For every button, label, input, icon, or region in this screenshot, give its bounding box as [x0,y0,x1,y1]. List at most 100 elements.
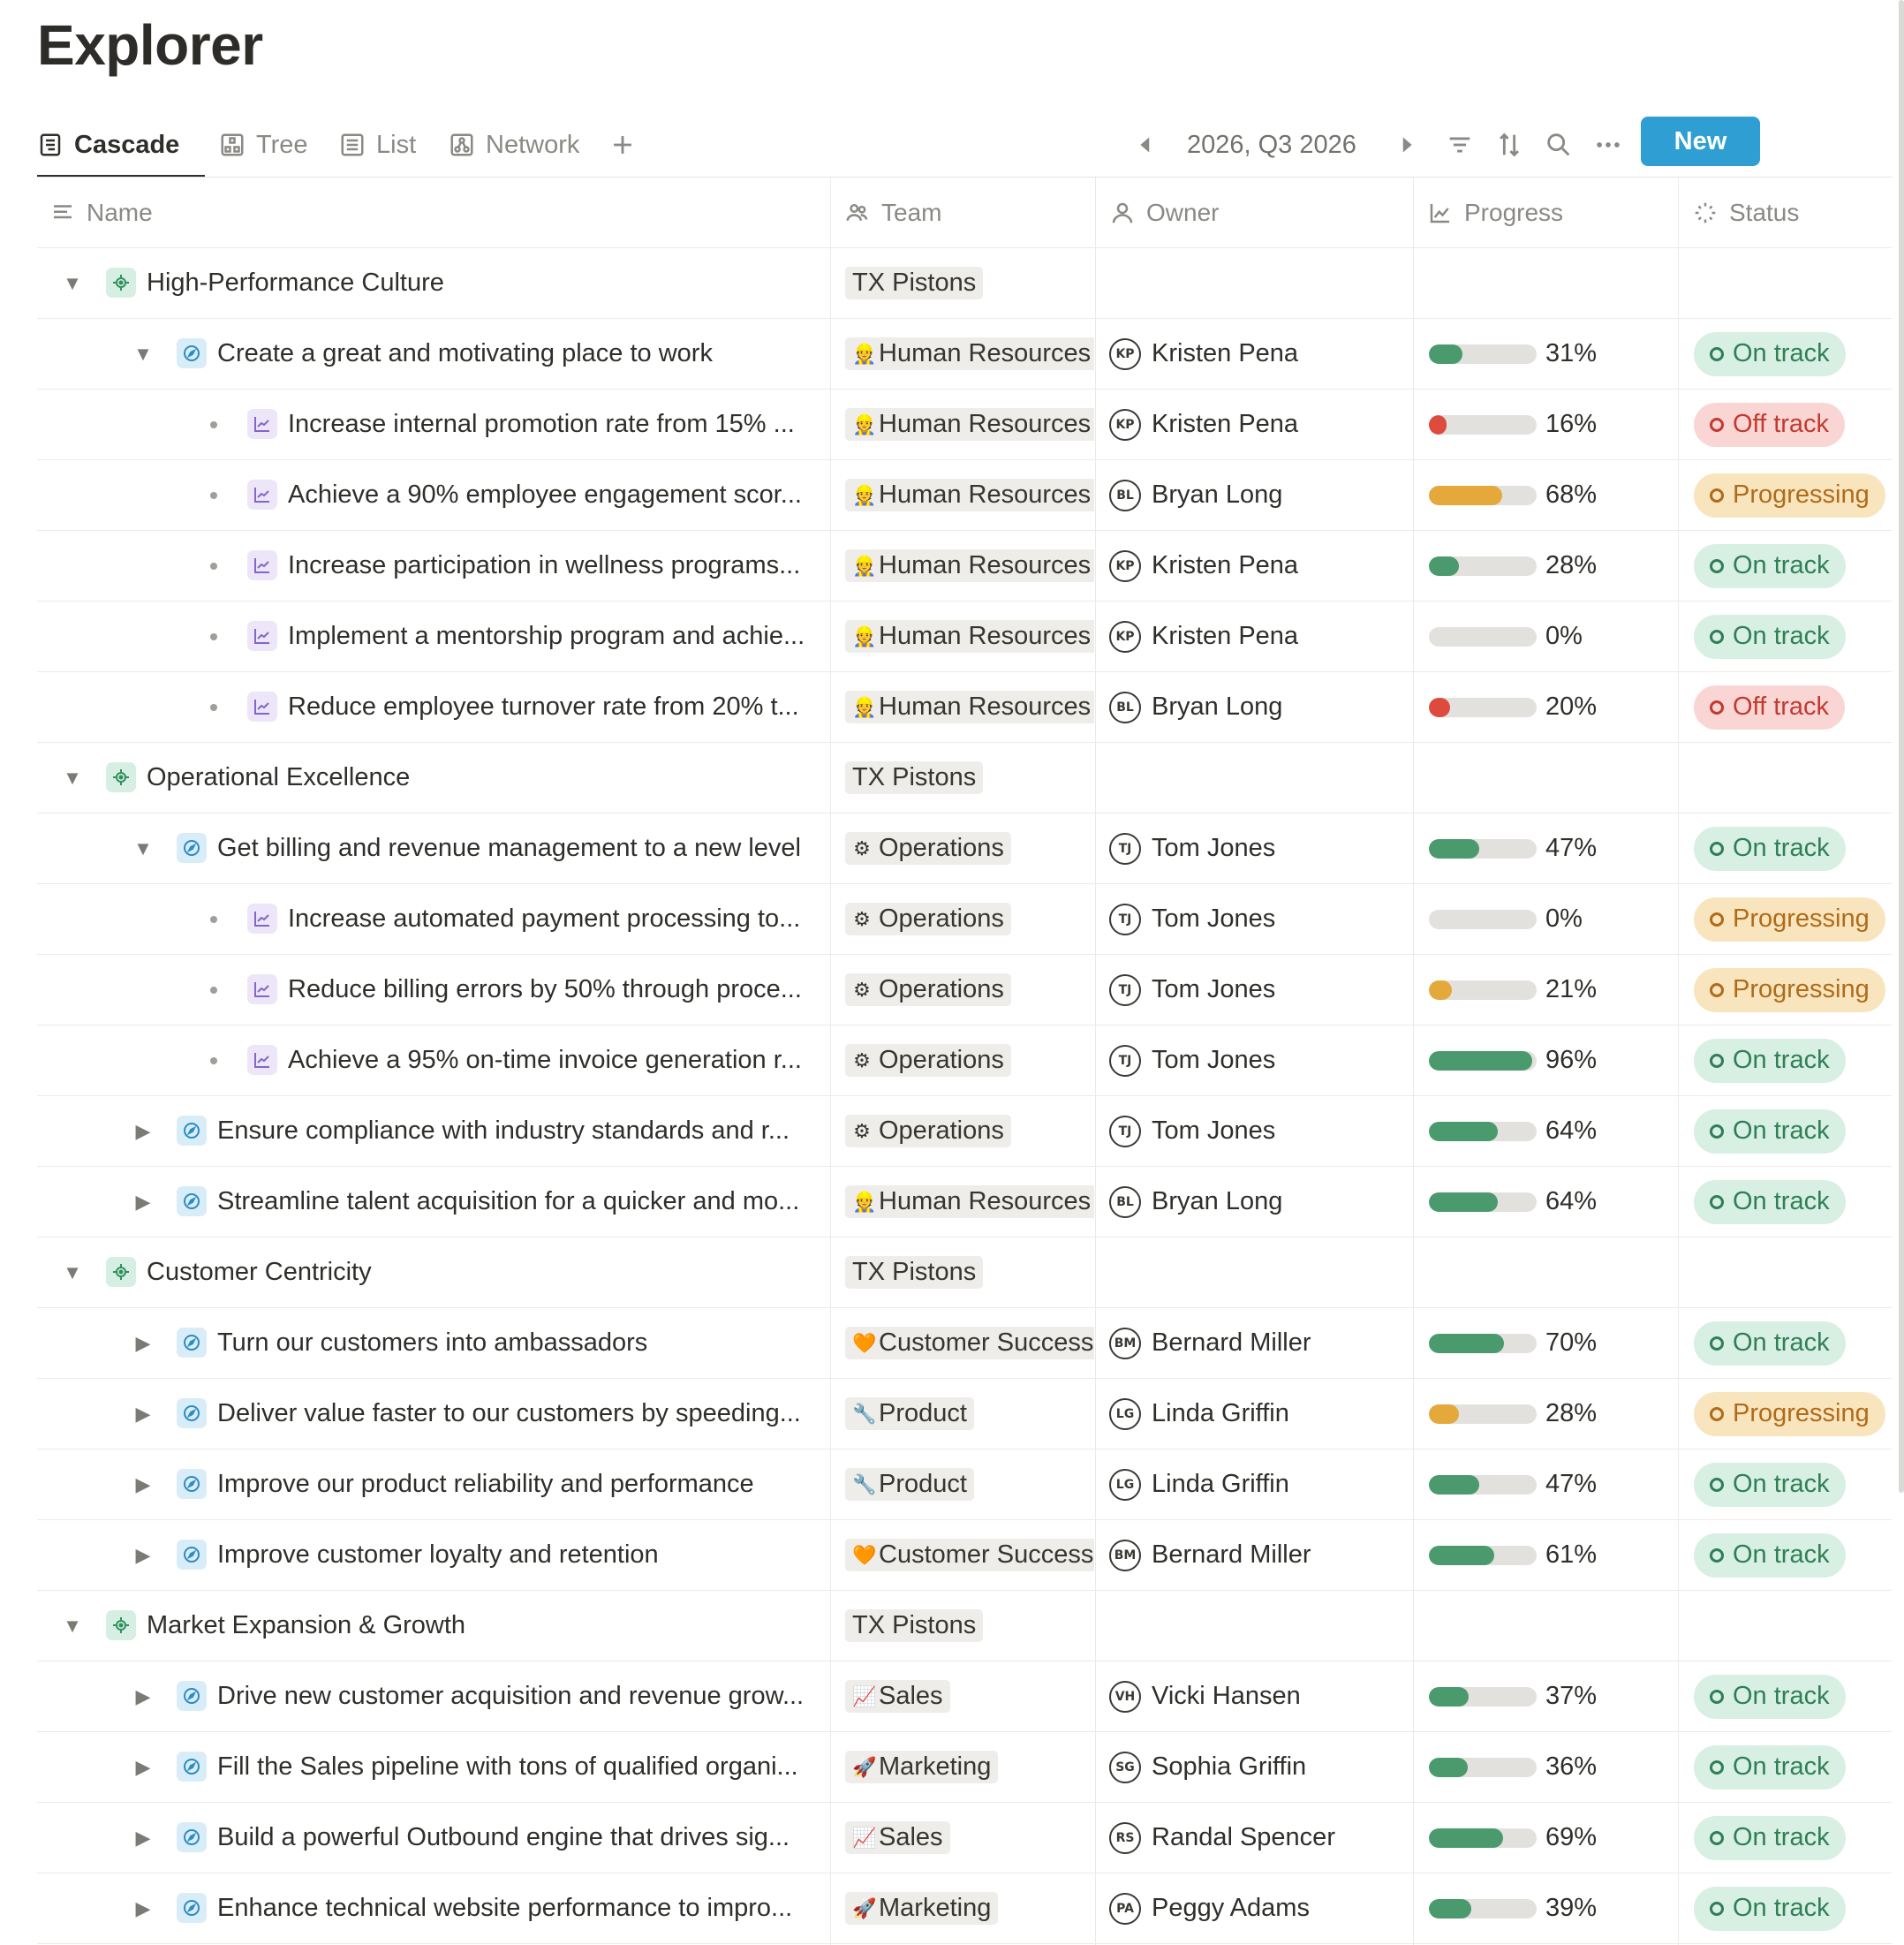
table-row[interactable]: Achieve a 90% employee engagement scor..… [37,460,1892,531]
row-name[interactable]: Achieve a 90% employee engagement scor..… [288,460,818,530]
column-header-owner[interactable]: Owner [1109,178,1219,247]
collapse-chevron-icon[interactable]: ▼ [132,837,154,860]
row-name[interactable]: Customer Centricity [147,1237,818,1307]
owner-cell[interactable]: KP Kristen Pena [1109,390,1409,459]
name-cell[interactable]: Increase automated payment processing to… [37,884,830,954]
team-cell[interactable]: 🧡 Customer Success [845,1308,1094,1378]
team-cell[interactable]: 📈 Sales [845,1661,1094,1731]
status-on-track[interactable]: On track [1694,1533,1846,1578]
owner-cell[interactable]: LG Linda Griffin [1109,1379,1409,1449]
name-cell[interactable]: ▼ Market Expansion & Growth [37,1591,830,1661]
progress-cell[interactable]: 64% [1429,1096,1676,1166]
owner-cell[interactable]: PA Peggy Adams [1109,1873,1409,1943]
collapse-chevron-icon[interactable]: ▼ [62,272,83,295]
row-name[interactable]: Build a powerful Outbound engine that dr… [217,1803,818,1873]
column-header-status[interactable]: Status [1692,178,1799,247]
name-cell[interactable]: ▶ Improve customer loyalty and retention [37,1520,830,1590]
row-name[interactable]: Improve customer loyalty and retention [217,1520,818,1590]
status-on-track[interactable]: On track [1694,1886,1846,1931]
name-cell[interactable]: ▶ Enhance technical website performance … [37,1873,830,1943]
table-row[interactable]: Increase internal promotion rate from 15… [37,390,1892,460]
progress-cell[interactable]: 47% [1429,814,1676,883]
row-name[interactable]: Increase participation in wellness progr… [288,531,818,601]
row-name[interactable]: Operational Excellence [147,743,818,813]
status-on-track[interactable]: On track [1694,1321,1846,1366]
name-cell[interactable]: ▶ Build a powerful Outbound engine that … [37,1803,830,1873]
sort-icon[interactable] [1494,130,1524,160]
team-cell[interactable]: 👷 Human Resources [845,319,1094,389]
status-on-track[interactable]: On track [1694,826,1846,871]
owner-cell[interactable]: TJ Tom Jones [1109,1025,1409,1095]
table-row[interactable]: Achieve a 95% on-time invoice generation… [37,1025,1892,1096]
owner-cell[interactable]: TJ Tom Jones [1109,1096,1409,1166]
owner-cell[interactable]: BL Bryan Long [1109,460,1409,530]
tab-list[interactable]: List [339,113,416,177]
progress-cell[interactable]: 37% [1429,1661,1676,1731]
team-cell[interactable]: ⚙ Operations [845,1096,1094,1166]
row-name[interactable]: Market Expansion & Growth [147,1591,818,1661]
status-progressing[interactable]: Progressing [1694,1391,1885,1436]
status-off-track[interactable]: Off track [1694,685,1846,730]
status-cell[interactable]: On track [1694,1661,1897,1731]
progress-cell[interactable]: 21% [1429,955,1676,1025]
collapse-chevron-icon[interactable]: ▼ [62,1261,83,1284]
scrollbar[interactable] [1899,0,1904,1493]
status-cell[interactable]: Progressing [1694,955,1897,1025]
prev-period-icon[interactable] [1130,130,1160,160]
row-name[interactable]: Get billing and revenue management to a … [217,814,818,883]
status-cell[interactable]: On track [1694,1167,1897,1237]
table-row[interactable]: ▼ Market Expansion & Growth TX Pistons [37,1591,1892,1661]
name-cell[interactable]: Achieve a 90% employee engagement scor..… [37,460,830,530]
name-cell[interactable]: Reduce employee turnover rate from 20% t… [37,672,830,742]
expand-chevron-icon[interactable]: ▶ [132,1120,154,1143]
status-cell[interactable]: On track [1694,602,1897,671]
status-off-track[interactable]: Off track [1694,402,1846,447]
filter-icon[interactable] [1445,130,1475,160]
name-cell[interactable]: ▶ Streamline talent acquisition for a qu… [37,1167,830,1237]
team-cell[interactable]: ⚙ Operations [845,1025,1094,1095]
table-row[interactable]: ▶ Ensure compliance with industry standa… [37,1096,1892,1167]
status-cell[interactable]: On track [1694,814,1897,883]
collapse-chevron-icon[interactable]: ▼ [132,343,154,366]
status-cell[interactable]: On track [1694,1308,1897,1378]
owner-cell[interactable]: LG Linda Griffin [1109,1449,1409,1519]
progress-cell[interactable]: 31% [1429,319,1676,389]
expand-chevron-icon[interactable]: ▶ [132,1685,154,1708]
row-name[interactable]: Implement a mentorship program and achie… [288,602,818,671]
team-cell[interactable]: 🚀 Marketing [845,1873,1094,1943]
row-name[interactable]: Reduce employee turnover rate from 20% t… [288,672,818,742]
owner-cell[interactable]: RS Randal Spencer [1109,1803,1409,1873]
table-row[interactable]: Reduce billing errors by 50% through pro… [37,955,1892,1025]
team-cell[interactable]: 👷 Human Resources [845,602,1094,671]
name-cell[interactable]: Increase participation in wellness progr… [37,531,830,601]
row-name[interactable]: Reduce billing errors by 50% through pro… [288,955,818,1025]
status-on-track[interactable]: On track [1694,1462,1846,1507]
name-cell[interactable]: Achieve a 95% on-time invoice generation… [37,1025,830,1095]
progress-cell[interactable]: 0% [1429,602,1676,671]
progress-cell[interactable]: 47% [1429,1449,1676,1519]
expand-chevron-icon[interactable]: ▶ [132,1332,154,1355]
team-cell[interactable]: 🚀 Marketing [845,1732,1094,1802]
status-cell[interactable]: On track [1694,1096,1897,1166]
table-row[interactable]: ▶ Build a powerful Outbound engine that … [37,1803,1892,1873]
next-period-icon[interactable] [1392,130,1422,160]
progress-cell[interactable]: 36% [1429,1732,1676,1802]
table-row[interactable]: Implement a mentorship program and achie… [37,602,1892,672]
status-on-track[interactable]: On track [1694,331,1846,376]
status-on-track[interactable]: On track [1694,614,1846,659]
table-row[interactable]: Increase participation in wellness progr… [37,531,1892,602]
progress-cell[interactable]: 16% [1429,390,1676,459]
name-cell[interactable]: ▼ High-Performance Culture [37,248,830,318]
name-cell[interactable]: ▶ Fill the Sales pipeline with tons of q… [37,1732,830,1802]
table-row[interactable]: Reduce employee turnover rate from 20% t… [37,672,1892,743]
table-row[interactable]: ▼ Customer Centricity TX Pistons [37,1237,1892,1308]
name-cell[interactable]: ▶ Ensure compliance with industry standa… [37,1096,830,1166]
table-row[interactable]: ▶ Fill the Sales pipeline with tons of q… [37,1732,1892,1803]
table-row[interactable]: ▼ Get billing and revenue management to … [37,814,1892,884]
status-on-track[interactable]: On track [1694,1744,1846,1790]
row-name[interactable]: Deliver value faster to our customers by… [217,1379,818,1449]
tab-network[interactable]: Network [449,113,579,177]
team-cell[interactable]: 🧡 Customer Success [845,1520,1094,1590]
status-progressing[interactable]: Progressing [1694,897,1885,942]
owner-cell[interactable]: TJ Tom Jones [1109,955,1409,1025]
